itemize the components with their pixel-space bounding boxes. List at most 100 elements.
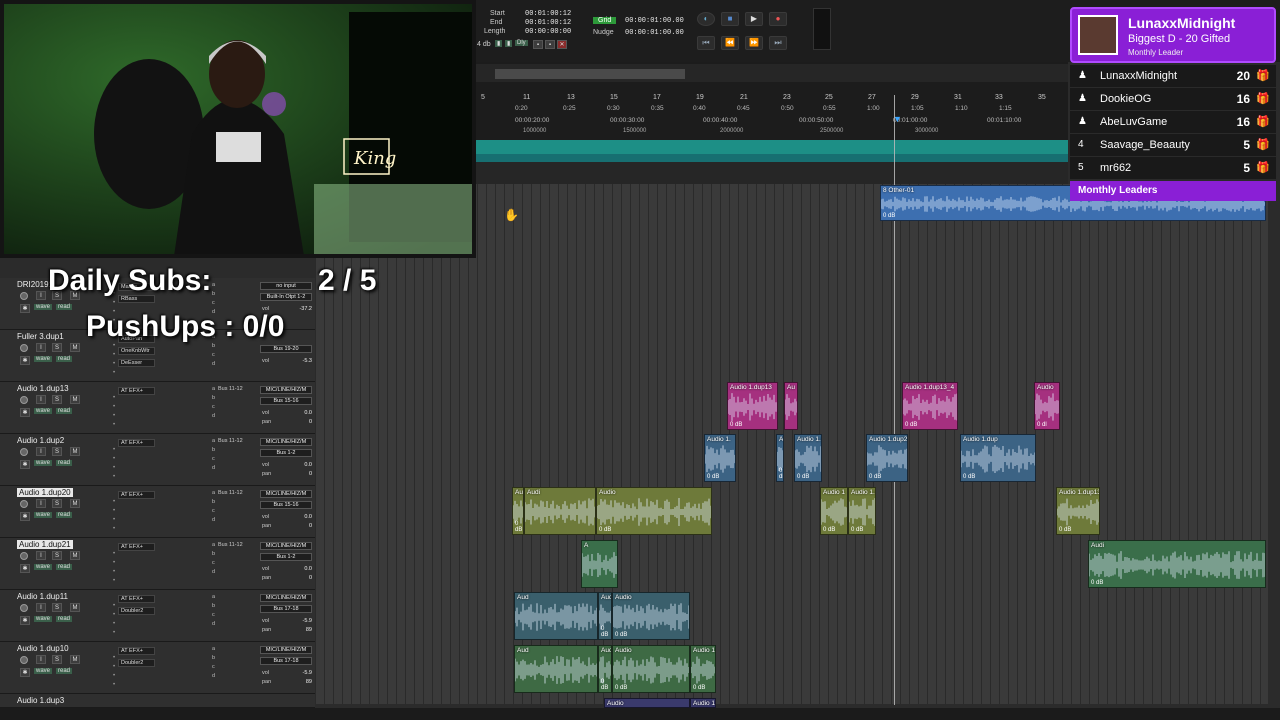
solo-button[interactable]: S bbox=[52, 343, 62, 352]
clip-gain[interactable]: 0 dB bbox=[1091, 580, 1103, 586]
insert-plugin-3[interactable]: DeEsser bbox=[118, 359, 155, 367]
volume-readout[interactable]: vol 0.0 bbox=[262, 410, 312, 416]
track-name[interactable]: Audio 1.dup20 bbox=[17, 488, 73, 497]
audio-clip[interactable]: Audio 1.dup11_67-02 0 dB bbox=[690, 645, 716, 693]
pan-value[interactable]: 89 bbox=[306, 627, 312, 633]
grid-value[interactable]: 00:00:01:00.00 bbox=[625, 17, 684, 25]
track-name[interactable]: Audio 1.dup10 bbox=[17, 644, 69, 653]
input-selector[interactable]: no input bbox=[260, 282, 312, 290]
audio-clip[interactable]: Audio 1.dup 0 dB bbox=[960, 434, 1036, 482]
pan-readout[interactable]: pan 0 bbox=[262, 471, 312, 477]
output-selector[interactable]: Bus 17-18 bbox=[260, 605, 312, 613]
clip-gain[interactable]: 0 dB bbox=[1059, 527, 1071, 533]
clip-gain[interactable]: 0 dB bbox=[883, 213, 895, 219]
audio-clip[interactable]: Audio 0 dl bbox=[1034, 382, 1060, 430]
audio-clip[interactable]: Audio bbox=[604, 698, 690, 708]
volume-value[interactable]: 0.0 bbox=[304, 462, 312, 468]
clip-gain[interactable]: 0 dB bbox=[797, 474, 809, 480]
overview-window[interactable] bbox=[495, 69, 685, 79]
pan-value[interactable]: 0 bbox=[309, 419, 312, 425]
input-monitor-button[interactable]: I bbox=[36, 499, 46, 508]
view-mode-button[interactable]: wave bbox=[34, 668, 53, 674]
pan-readout[interactable]: pan 0 bbox=[262, 419, 312, 425]
automation-read-button[interactable]: read bbox=[56, 512, 73, 518]
output-selector[interactable]: Bus 1-2 bbox=[260, 553, 312, 561]
stop-icon[interactable]: ■ bbox=[721, 12, 739, 26]
insert-slots[interactable]: • • • • bbox=[113, 550, 115, 586]
audio-clip[interactable]: Audio 1 0 dB bbox=[820, 487, 848, 535]
start-value[interactable]: 00:01:00:12 bbox=[525, 10, 571, 18]
audio-clip[interactable]: Audio0 dB bbox=[596, 487, 712, 535]
automation-read-button[interactable]: read bbox=[56, 356, 73, 362]
record-enable-button[interactable] bbox=[20, 396, 28, 404]
insert-slots[interactable]: • • • • bbox=[113, 498, 115, 534]
output-selector[interactable]: Bus 1-2 bbox=[260, 449, 312, 457]
input-selector[interactable]: MIC/LINE/HIZ/M bbox=[260, 594, 312, 602]
input-selector[interactable]: MIC/LINE/HIZ/M bbox=[260, 542, 312, 550]
end-value[interactable]: 00:01:00:12 bbox=[525, 19, 571, 27]
track-name[interactable]: Audio 1.dup11 bbox=[17, 592, 68, 601]
volume-readout[interactable]: vol -5.9 bbox=[262, 670, 312, 676]
audio-clip[interactable]: Audio0 dB bbox=[776, 434, 784, 482]
audio-clip[interactable]: Audio0 dB bbox=[612, 592, 690, 640]
track-name[interactable]: Fuller 3.dup1 bbox=[17, 332, 64, 341]
clip-gain[interactable]: 0 dl bbox=[1037, 422, 1047, 428]
audio-clip[interactable]: Au bbox=[784, 382, 798, 430]
tempo-lane[interactable] bbox=[475, 154, 1068, 162]
clip-gain[interactable]: 0 dB bbox=[905, 422, 917, 428]
timeline-ruler[interactable]: 5 11 13 15 17 19 21 23 25 27 29 31 33 35 0:20 0:25 0:30… bbox=[475, 62, 1068, 184]
output-selector[interactable]: Built-In Otpt 1-2 bbox=[260, 293, 312, 301]
track-name[interactable]: Audio 1.dup13 bbox=[17, 384, 69, 393]
record-enable-button[interactable] bbox=[20, 552, 28, 560]
mute-button[interactable]: M bbox=[70, 655, 80, 664]
audio-clip[interactable]: Aud bbox=[514, 645, 598, 693]
send-slots[interactable]: abcd bbox=[212, 489, 215, 525]
audio-clip[interactable]: Audio 1.dup13_33-050 dB bbox=[512, 487, 524, 535]
mode-toggle-2[interactable]: ▮ bbox=[505, 40, 513, 47]
audio-clip[interactable]: Audio 1.dup2_74-01 0 dB bbox=[866, 434, 908, 482]
clip-gain[interactable]: 0 dB bbox=[869, 474, 881, 480]
view-mode-button[interactable]: wave bbox=[34, 460, 53, 466]
output-selector[interactable]: Bus 15-16 bbox=[260, 397, 312, 405]
freeze-icon[interactable]: ✱ bbox=[20, 460, 30, 469]
audio-clip[interactable]: Aud bbox=[514, 592, 598, 640]
audio-clip[interactable]: Audi 0 dB bbox=[1088, 540, 1266, 588]
track-name[interactable]: Audio 1.dup21 bbox=[17, 540, 73, 549]
send-bus[interactable]: Bus 11-12 bbox=[218, 438, 243, 444]
mute-button[interactable]: M bbox=[70, 551, 80, 560]
track-header[interactable]: Audio 1.dup13 I S M ✱ wave read • • • • AT EFX+ a b c d… bbox=[0, 382, 315, 434]
input-selector[interactable]: MIC/LINE/HIZ/M bbox=[260, 386, 312, 394]
view-mode-button[interactable]: wave bbox=[34, 564, 53, 570]
input-selector[interactable]: MIC/LINE/HIZ/M bbox=[260, 646, 312, 654]
record-enable-button[interactable] bbox=[20, 292, 28, 300]
record-enable-button[interactable] bbox=[20, 448, 28, 456]
freeze-icon[interactable]: ✱ bbox=[20, 668, 30, 677]
forward-icon[interactable]: ⏩ bbox=[745, 36, 763, 50]
audio-clip[interactable]: Audi bbox=[524, 487, 596, 535]
insert-plugin-2[interactable]: Doubler2 bbox=[118, 659, 155, 667]
volume-value[interactable]: -37.2 bbox=[299, 306, 312, 312]
volume-value[interactable]: 0.0 bbox=[304, 566, 312, 572]
pan-value[interactable]: 89 bbox=[306, 679, 312, 685]
track-header[interactable]: Audio 1.dup11 I S M ✱ wave read • • • • AT EFX+ Doub… bbox=[0, 590, 315, 642]
nudge-value[interactable]: 00:00:01:00.00 bbox=[625, 29, 684, 37]
audio-clip[interactable]: Audio 1.dup11_03-020 dB bbox=[598, 592, 612, 640]
pan-value[interactable]: 0 bbox=[309, 523, 312, 529]
input-selector[interactable]: MIC/LINE/HIZ/M bbox=[260, 490, 312, 498]
input-selector[interactable]: MIC/LINE/HIZ/M bbox=[260, 438, 312, 446]
automation-read-button[interactable]: read bbox=[56, 408, 73, 414]
record-enable-button[interactable] bbox=[20, 656, 28, 664]
audio-clip[interactable]: Audio 1.dup13 0 dB bbox=[727, 382, 778, 430]
record-enable-button[interactable] bbox=[20, 604, 28, 612]
rewind-icon[interactable]: ⏪ bbox=[721, 36, 739, 50]
view-mode-button[interactable]: wave bbox=[34, 512, 53, 518]
send-bus[interactable]: Bus 11-12 bbox=[218, 542, 243, 548]
pan-value[interactable]: 0 bbox=[309, 471, 312, 477]
volume-readout[interactable]: vol -5.3 bbox=[262, 358, 312, 364]
grid-label[interactable]: Grid bbox=[593, 17, 617, 24]
input-monitor-button[interactable]: I bbox=[36, 395, 46, 404]
audio-clip[interactable]: Audio 1.dup10_44-020 dB bbox=[598, 645, 612, 693]
insert-slots[interactable]: • • • • bbox=[113, 394, 115, 430]
track-header[interactable]: Audio 1.dup3 bbox=[0, 694, 315, 716]
audio-clip[interactable]: Audio 1.dup20_29-01 0 dB bbox=[848, 487, 876, 535]
